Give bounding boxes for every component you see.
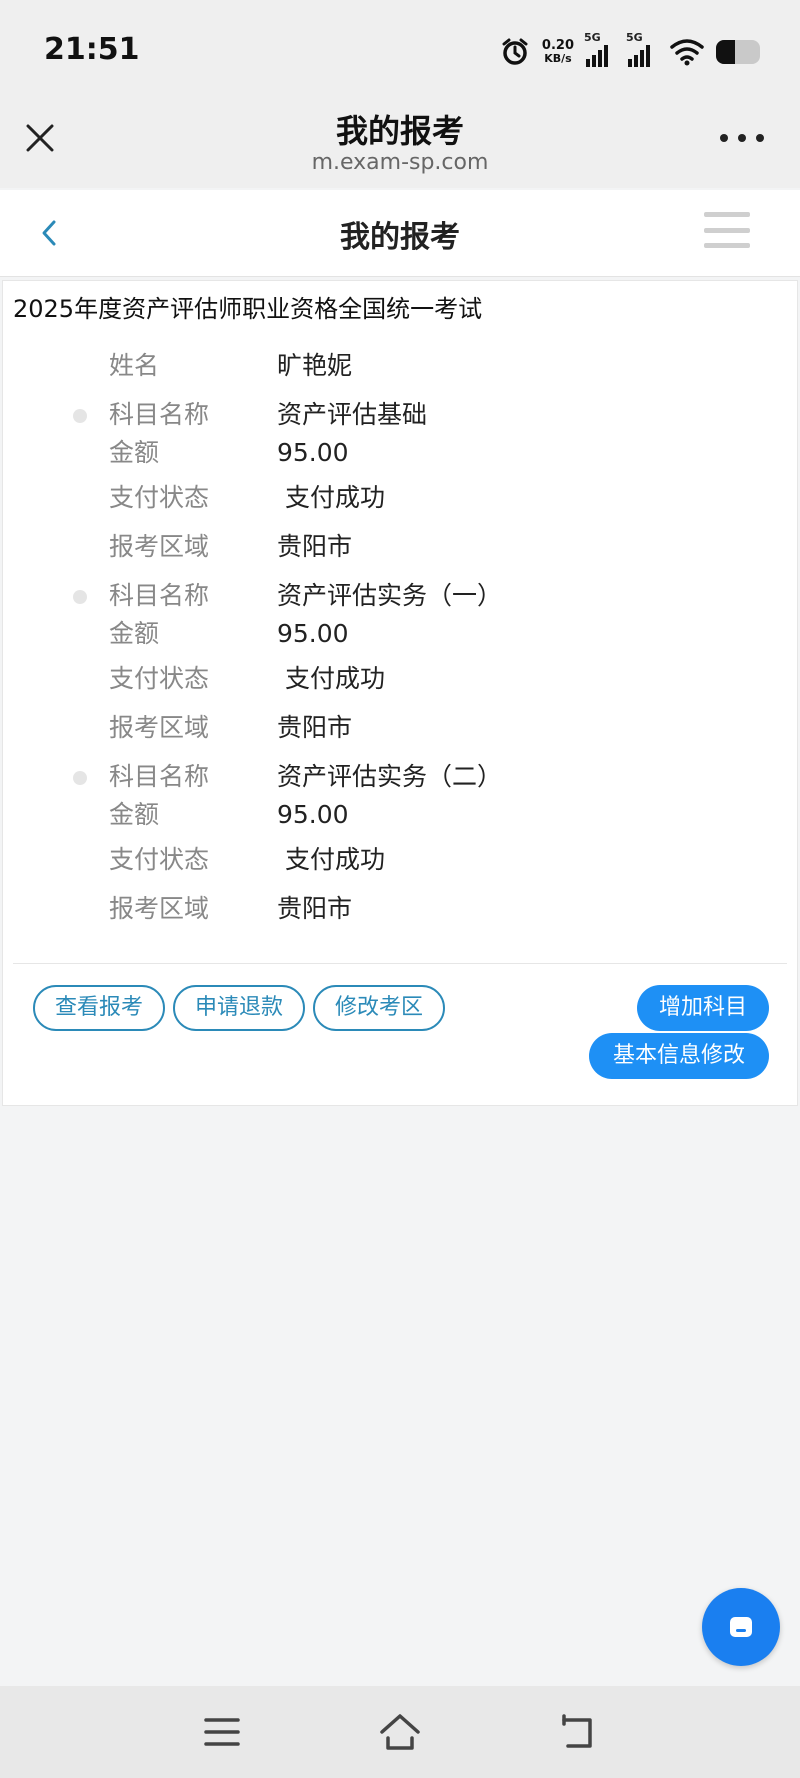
status-row: 支付状态 支付成功 — [3, 835, 797, 884]
region-value: 贵阳市 — [277, 894, 353, 923]
subject-row: 科目名称 资产评估实务（二） — [3, 752, 797, 801]
name-value: 旷艳妮 — [277, 351, 353, 380]
change-region-button[interactable]: 修改考区 — [313, 985, 445, 1031]
amount-value: 95.00 — [277, 800, 349, 829]
request-refund-button[interactable]: 申请退款 — [173, 985, 305, 1031]
amount-row: 金额 95.00 — [3, 795, 797, 835]
subject-value: 资产评估基础 — [277, 400, 428, 429]
exam-card: 2025年度资产评估师职业资格全国统一考试 姓名 旷艳妮 科目名称 资产评估基础… — [2, 280, 798, 1106]
edit-basic-info-button[interactable]: 基本信息修改 — [589, 1033, 769, 1079]
card-divider — [13, 963, 787, 964]
info-list: 姓名 旷艳妮 科目名称 资产评估基础 金额 95.00 支付状态 支付成功 报考… — [3, 341, 797, 933]
wifi-icon — [670, 39, 704, 66]
status-label: 支付状态 — [109, 483, 210, 512]
nav-back-button[interactable] — [554, 1708, 602, 1756]
region-label: 报考区域 — [109, 532, 210, 561]
status-label: 支付状态 — [109, 845, 210, 874]
subject-row: 科目名称 资产评估基础 — [3, 390, 797, 439]
system-nav-bar — [0, 1686, 800, 1778]
alarm-icon — [502, 38, 528, 65]
nav-home-button[interactable] — [376, 1708, 424, 1756]
subject-row: 科目名称 资产评估实务（一） — [3, 571, 797, 620]
back-icon — [562, 1714, 592, 1748]
region-value: 贵阳市 — [277, 713, 353, 742]
exam-title: 2025年度资产评估师职业资格全国统一考试 — [13, 295, 483, 323]
browser-title: 我的报考 — [335, 112, 464, 150]
signal-label: 5G — [584, 31, 601, 44]
name-row: 姓名 旷艳妮 — [3, 341, 797, 390]
net-speed: 0.20 KB/s — [542, 39, 574, 65]
amount-row: 金额 95.00 — [3, 614, 797, 654]
signal-icon: 5G — [584, 31, 616, 67]
more-button[interactable] — [720, 130, 764, 146]
subject-dot — [73, 590, 87, 604]
status-row: 支付状态 支付成功 — [3, 654, 797, 703]
subject-value: 资产评估实务（一） — [277, 581, 503, 610]
signal-label: 5G — [626, 31, 643, 44]
region-label: 报考区域 — [109, 894, 210, 923]
status-bar: 21:51 0.20 KB/s 5G 5G — [0, 0, 800, 92]
more-icon — [720, 134, 728, 142]
status-value: 支付成功 — [285, 483, 386, 512]
battery-icon — [716, 40, 760, 64]
subject-value: 资产评估实务（二） — [277, 762, 503, 791]
status-value: 支付成功 — [285, 845, 386, 874]
region-row: 报考区域 贵阳市 — [3, 522, 797, 571]
amount-value: 95.00 — [277, 438, 349, 467]
add-subject-button[interactable]: 增加科目 — [637, 985, 769, 1031]
status-time: 21:51 — [44, 32, 140, 67]
net-speed-value: 0.20 — [541, 38, 574, 53]
region-label: 报考区域 — [109, 713, 210, 742]
region-row: 报考区域 贵阳市 — [3, 884, 797, 933]
net-speed-unit: KB/s — [544, 52, 572, 65]
amount-label: 金额 — [109, 619, 160, 648]
status-icons: 0.20 KB/s 5G 5G — [500, 31, 760, 70]
page-title: 我的报考 — [340, 220, 460, 255]
chat-icon — [730, 1617, 752, 1637]
subject-dot — [73, 409, 87, 423]
battery-fill — [716, 40, 736, 64]
amount-row: 金额 95.00 — [3, 433, 797, 473]
signal-icon: 5G — [626, 31, 658, 67]
subject-label: 科目名称 — [109, 581, 210, 610]
home-icon — [380, 1714, 420, 1750]
subject-label: 科目名称 — [109, 400, 210, 429]
status-label: 支付状态 — [109, 664, 210, 693]
subject-dot — [73, 771, 87, 785]
status-row: 支付状态 支付成功 — [3, 473, 797, 522]
menu-icon — [704, 212, 750, 217]
status-value: 支付成功 — [285, 664, 386, 693]
page-nav: 我的报考 — [0, 190, 800, 277]
browser-header: 我的报考 m.exam-sp.com — [0, 92, 800, 188]
browser-url: m.exam-sp.com — [311, 150, 489, 175]
region-value: 贵阳市 — [277, 532, 353, 561]
subject-label: 科目名称 — [109, 762, 210, 791]
region-row: 报考区域 贵阳市 — [3, 703, 797, 752]
nav-menu-button[interactable] — [198, 1708, 246, 1756]
name-label: 姓名 — [109, 351, 160, 380]
chat-button[interactable] — [702, 1588, 780, 1666]
menu-button[interactable] — [704, 212, 750, 248]
amount-label: 金额 — [109, 438, 160, 467]
amount-label: 金额 — [109, 800, 160, 829]
menu-icon — [204, 1718, 240, 1746]
view-registration-button[interactable]: 查看报考 — [33, 985, 165, 1031]
amount-value: 95.00 — [277, 619, 349, 648]
